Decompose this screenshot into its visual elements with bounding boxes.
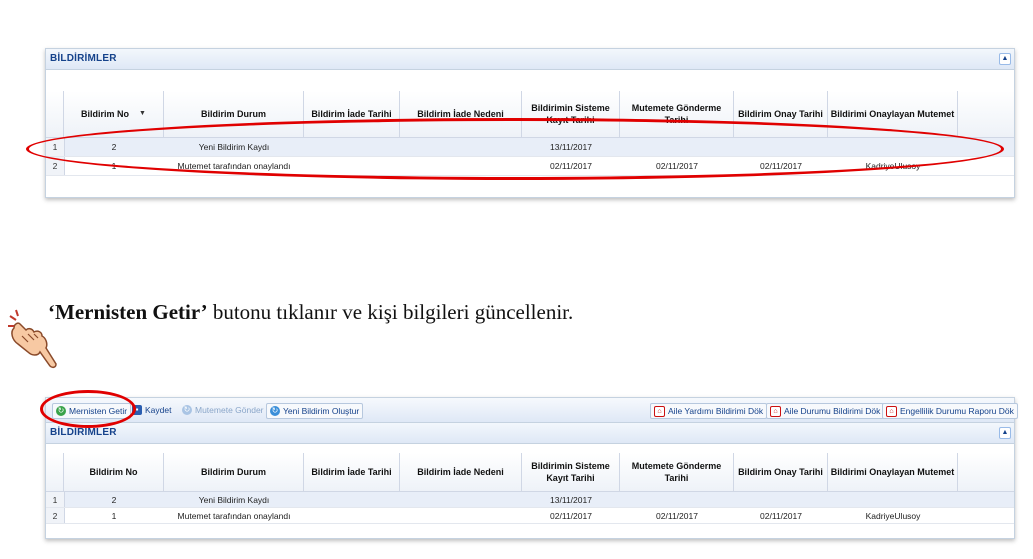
pdf-icon: ⌂: [654, 405, 665, 417]
collapse-icon[interactable]: ▲: [999, 427, 1011, 439]
new-icon: ↻: [270, 406, 280, 416]
cell-onay-tarihi: 02/11/2017: [760, 510, 802, 521]
panel-header: BİLDİRİMLER ▲: [46, 423, 1014, 444]
cell-onaylayan-mutemet: KadriyeUlusoy: [865, 510, 921, 521]
column-header-bildirim-no[interactable]: Bildirim No: [64, 453, 164, 491]
pdf-icon: ⌂: [770, 405, 781, 417]
row-number-header: [46, 453, 64, 491]
highlight-ellipse: [40, 390, 136, 428]
column-header-kayit-tarihi[interactable]: Bildirimin Sisteme Kayıt Tarihi: [522, 453, 620, 491]
toolbar: ↻ Mernisten Getir ▪ Kaydet ↻ Mutemete Gö…: [46, 398, 1018, 423]
collapse-icon[interactable]: ▲: [999, 53, 1011, 65]
row-number-header: [46, 91, 64, 137]
column-header-onay-tarihi[interactable]: Bildirim Onay Tarihi: [734, 453, 828, 491]
send-icon: ↻: [182, 405, 192, 415]
instruction-text: ‘Mernisten Getir’ butonu tıklanır ve kiş…: [48, 300, 573, 325]
kaydet-button[interactable]: ▪ Kaydet: [132, 403, 171, 417]
table-row[interactable]: 2 1 Mutemet tarafından onaylandı 02/11/2…: [46, 508, 1014, 524]
cell-bildirim-durum: Yeni Bildirim Kaydı: [198, 494, 270, 505]
grid-header: Bildirim No Bildirim Durum Bildirim İade…: [46, 453, 1014, 492]
instruction-bold: ‘Mernisten Getir’: [48, 300, 208, 324]
cell-bildirim-no: 2: [111, 494, 117, 505]
cell-kayit-tarihi: 13/11/2017: [550, 494, 592, 505]
cell-bildirim-no: 1: [111, 510, 117, 521]
sort-down-icon[interactable]: ▼: [139, 108, 146, 120]
instruction-rest: butonu tıklanır ve kişi bilgileri güncel…: [207, 300, 574, 324]
bottom-notifications-panel: ↻ Mernisten Getir ▪ Kaydet ↻ Mutemete Gö…: [45, 397, 1018, 539]
column-header-gonderme-tarihi[interactable]: Mutemete Gönderme Tarihi: [620, 453, 734, 491]
pdf-icon: ⌂: [886, 405, 897, 417]
cell-gonderme-tarihi: 02/11/2017: [656, 510, 698, 521]
yeni-bildirim-olustur-button[interactable]: ↻ Yeni Bildirim Oluştur: [266, 403, 364, 419]
column-header-iade-nedeni[interactable]: Bildirim İade Nedeni: [400, 453, 522, 491]
mutemete-gonder-button[interactable]: ↻ Mutemete Gönder: [182, 403, 264, 417]
engellilik-raporu-dok-button[interactable]: ⌂ Engellilik Durumu Raporu Dök: [882, 403, 1018, 419]
column-header-iade-tarihi[interactable]: Bildirim İade Tarihi: [304, 453, 400, 491]
panel-title: BİLDİRİMLER: [50, 53, 117, 64]
panel-header: BİLDİRİMLER ▲: [46, 49, 1014, 70]
column-header-onaylayan-mutemet[interactable]: Bildirimi Onaylayan Mutemet: [828, 453, 958, 491]
aile-yardimi-dok-button[interactable]: ⌂ Aile Yardımı Bildirimi Dök: [650, 403, 768, 419]
row-number: 2: [46, 508, 65, 523]
row-number: 1: [46, 492, 65, 507]
aile-durumu-dok-button[interactable]: ⌂ Aile Durumu Bildirimi Dök: [766, 403, 885, 419]
cell-kayit-tarihi: 02/11/2017: [550, 510, 592, 521]
panel-title: BİLDİRİMLER: [50, 427, 117, 438]
column-header-bildirim-durum[interactable]: Bildirim Durum: [164, 453, 304, 491]
highlight-ellipse: [26, 118, 1004, 180]
cell-bildirim-durum: Mutemet tarafından onaylandı: [177, 510, 291, 521]
table-row[interactable]: 1 2 Yeni Bildirim Kaydı 13/11/2017: [46, 492, 1014, 508]
